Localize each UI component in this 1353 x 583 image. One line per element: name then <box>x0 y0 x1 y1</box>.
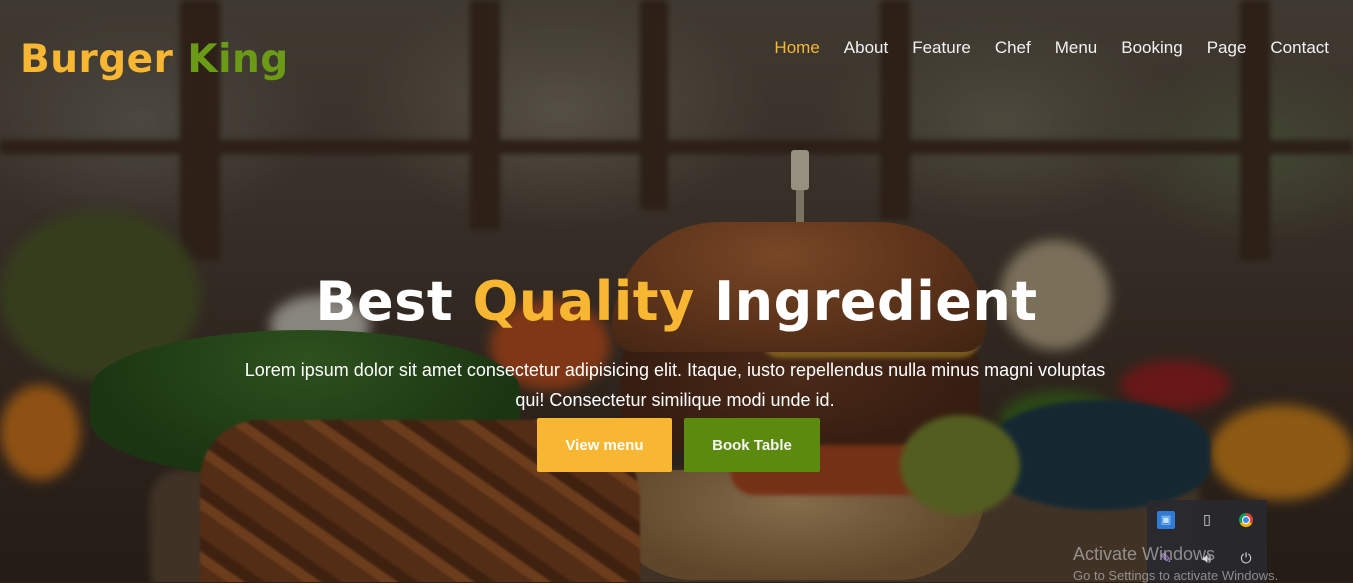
nav-link-menu[interactable]: Menu <box>1055 38 1098 57</box>
hero-title-part2: Ingredient <box>714 270 1038 334</box>
book-table-button[interactable]: Book Table <box>684 418 820 472</box>
nav-item-page: Page <box>1207 38 1247 58</box>
hero-title: Best Quality Ingredient <box>0 272 1353 331</box>
nav-item-chef: Chef <box>995 38 1031 58</box>
nav-item-home: Home <box>774 38 819 58</box>
navbar: Burger King Home About Feature Chef Menu… <box>0 0 1353 100</box>
nav-item-contact: Contact <box>1270 38 1329 58</box>
nav-link-home[interactable]: Home <box>774 38 819 57</box>
brand-logo[interactable]: Burger King <box>20 40 289 79</box>
activate-windows-title: Activate Windows <box>1073 544 1216 564</box>
activate-windows-subtitle: Go to Settings to activate Windows. <box>1073 568 1279 583</box>
power-icon[interactable]: ⏻ <box>1237 550 1255 568</box>
nav-item-feature: Feature <box>912 38 971 58</box>
main-nav: Home About Feature Chef Menu Booking Pag… <box>774 38 1329 58</box>
nav-link-contact[interactable]: Contact <box>1270 38 1329 57</box>
nav-link-about[interactable]: About <box>844 38 888 57</box>
nav-link-feature[interactable]: Feature <box>912 38 971 57</box>
network-settings-icon[interactable]: ▣ <box>1157 511 1175 529</box>
nav-item-booking: Booking <box>1121 38 1182 58</box>
nav-link-page[interactable]: Page <box>1207 38 1247 57</box>
chrome-icon[interactable] <box>1237 511 1255 529</box>
usb-drive-icon[interactable]: ▯ <box>1198 511 1216 529</box>
hero-description: Lorem ipsum dolor sit amet consectetur a… <box>244 360 1106 410</box>
nav-link-chef[interactable]: Chef <box>995 38 1031 57</box>
brand-name-part1: Burger <box>20 37 174 82</box>
hero-title-part1: Best <box>315 270 454 334</box>
brand-name-part2: King <box>187 37 289 82</box>
view-menu-button[interactable]: View menu <box>537 418 672 472</box>
nav-link-booking[interactable]: Booking <box>1121 38 1182 57</box>
nav-item-menu: Menu <box>1055 38 1098 58</box>
nav-item-about: About <box>844 38 888 58</box>
hero-title-accent: Quality <box>472 270 695 334</box>
